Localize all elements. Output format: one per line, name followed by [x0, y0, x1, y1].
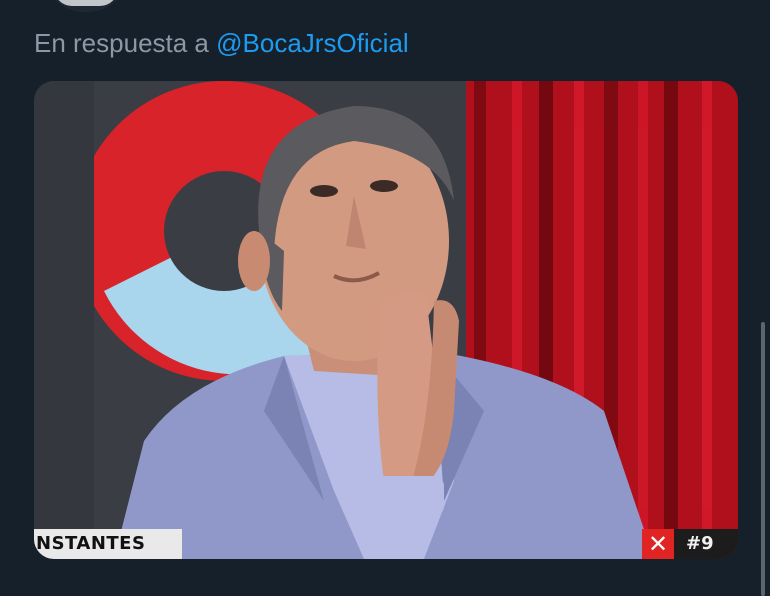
tweet-view: En respuesta a @BocaJrsOficial NSTANTES … [0, 0, 770, 596]
tweet-media-image[interactable]: NSTANTES ✕ #9 [34, 81, 738, 559]
scrollbar[interactable] [761, 322, 765, 596]
mention-link[interactable]: @BocaJrsOficial [216, 28, 409, 58]
user-avatar[interactable] [44, 0, 128, 12]
tv-frame-illustration [34, 81, 738, 559]
reply-prefix: En respuesta a [34, 28, 209, 58]
tv-lower-third-label: NSTANTES [34, 529, 182, 559]
reply-context: En respuesta a @BocaJrsOficial [34, 26, 409, 60]
close-icon: ✕ [642, 529, 674, 559]
tv-hashtag-label: #9 [674, 529, 738, 559]
